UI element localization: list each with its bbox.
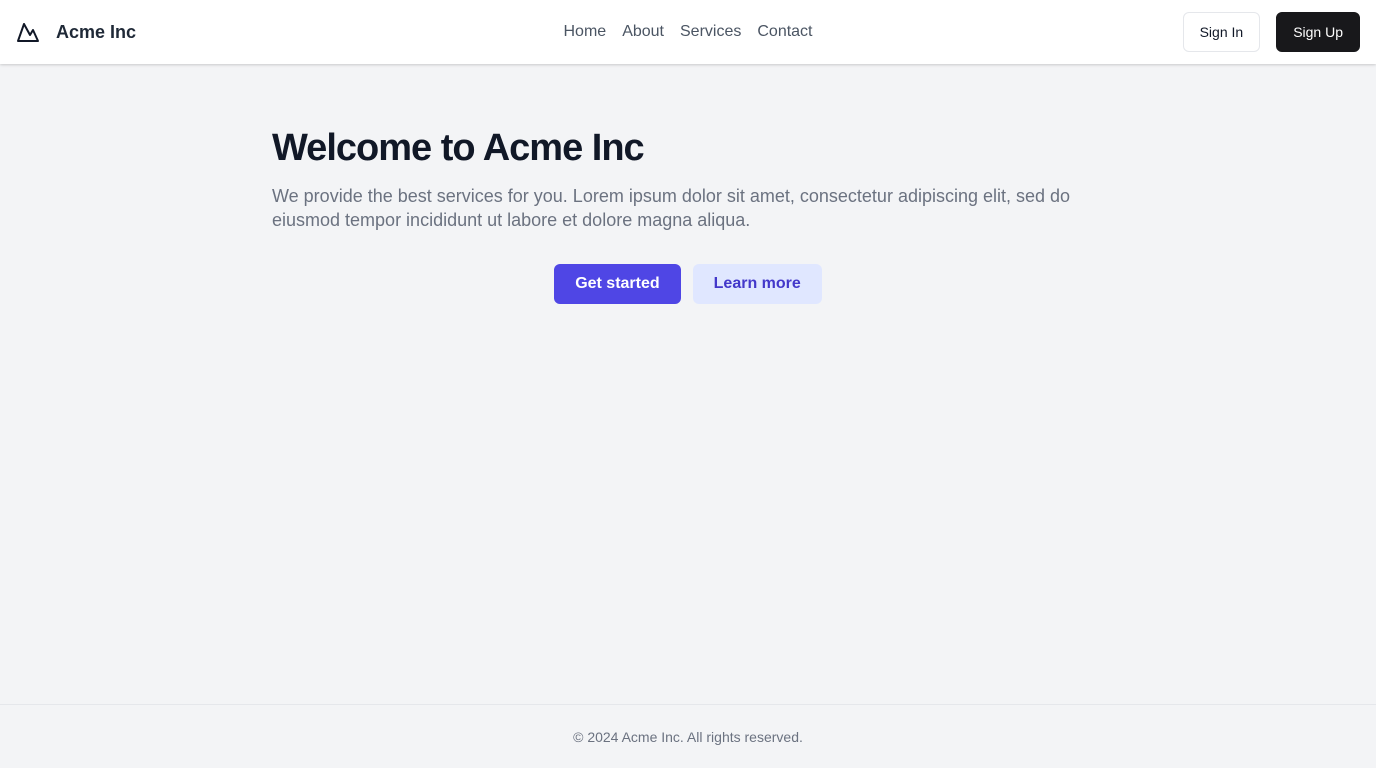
nav-link-services[interactable]: Services — [680, 23, 741, 41]
main-nav: Home About Services Contact — [0, 0, 1376, 64]
sign-up-button[interactable]: Sign Up — [1276, 12, 1360, 52]
site-footer: © 2024 Acme Inc. All rights reserved. — [0, 704, 1376, 768]
brand-name: Acme Inc — [56, 21, 137, 42]
copyright-text: © 2024 Acme Inc. All rights reserved. — [573, 728, 803, 745]
site-header: Acme Inc Home About Services Contact Sig… — [0, 0, 1376, 64]
auth-buttons: Sign In Sign Up — [1182, 12, 1360, 52]
get-started-button[interactable]: Get started — [554, 264, 681, 304]
nav-link-contact[interactable]: Contact — [757, 23, 812, 41]
learn-more-button[interactable]: Learn more — [692, 264, 822, 304]
hero-cta-group: Get started Learn more — [0, 264, 1376, 304]
hero-description: We provide the best services for you. Lo… — [272, 186, 1071, 230]
main-content: Welcome to Acme Inc We provide the best … — [0, 64, 1376, 704]
hero-section: Welcome to Acme Inc We provide the best … — [272, 126, 1104, 232]
sign-in-button[interactable]: Sign In — [1182, 12, 1261, 52]
nav-link-home[interactable]: Home — [564, 23, 607, 41]
nav-link-about[interactable]: About — [622, 23, 664, 41]
mountain-icon — [16, 20, 40, 44]
page: Acme Inc Home About Services Contact Sig… — [0, 0, 1376, 768]
brand-link[interactable]: Acme Inc — [16, 0, 136, 64]
hero-title: Welcome to Acme Inc — [272, 127, 645, 169]
